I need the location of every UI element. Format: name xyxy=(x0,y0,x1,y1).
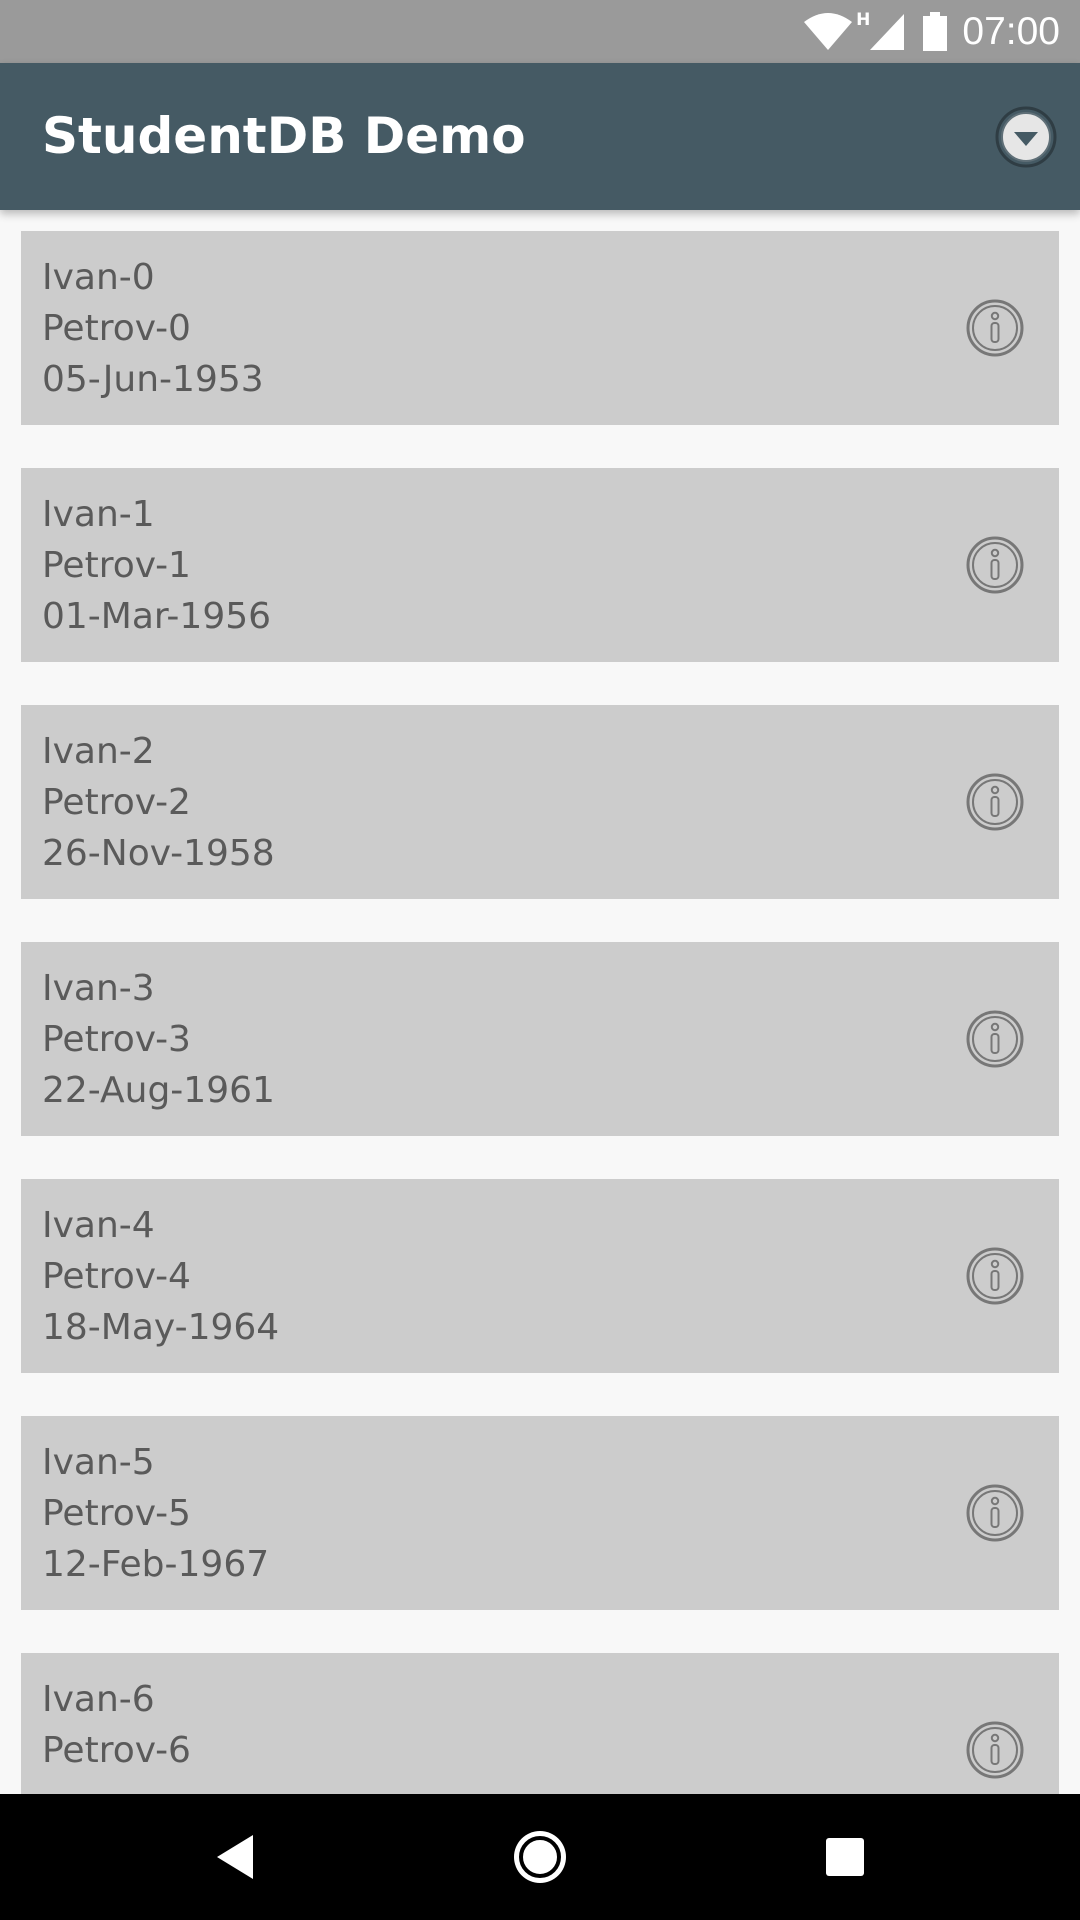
student-first-name: Ivan-6 xyxy=(42,1679,155,1720)
info-button[interactable] xyxy=(965,1246,1025,1306)
student-first-name: Ivan-4 xyxy=(42,1205,155,1246)
battery-icon xyxy=(923,11,948,51)
signal-icon xyxy=(870,13,905,50)
wifi-icon xyxy=(804,12,853,50)
info-icon xyxy=(966,536,1024,594)
info-icon xyxy=(966,1721,1024,1779)
student-birth-date: 18-May-1964 xyxy=(42,1307,280,1348)
student-last-name: Petrov-0 xyxy=(42,308,191,349)
info-icon xyxy=(966,1010,1024,1068)
student-card[interactable]: Ivan-0 Petrov-0 05-Jun-1953 xyxy=(21,231,1059,425)
navigation-bar xyxy=(0,1794,1080,1920)
student-last-name: Petrov-3 xyxy=(42,1019,191,1060)
student-birth-date: 22-Aug-1961 xyxy=(42,1070,275,1111)
recents-button[interactable] xyxy=(775,1794,915,1920)
status-icons: H 07:00 xyxy=(802,0,1060,63)
info-button[interactable] xyxy=(965,1720,1025,1780)
app-bar: StudentDB Demo xyxy=(0,63,1080,210)
info-button[interactable] xyxy=(965,298,1025,358)
student-last-name: Petrov-5 xyxy=(42,1493,191,1534)
student-birth-date: 05-Jun-1953 xyxy=(42,359,264,400)
student-card[interactable]: Ivan-5 Petrov-5 12-Feb-1967 xyxy=(21,1416,1059,1610)
student-first-name: Ivan-2 xyxy=(42,731,155,772)
student-card[interactable]: Ivan-4 Petrov-4 18-May-1964 xyxy=(21,1179,1059,1373)
student-birth-date: 12-Feb-1967 xyxy=(42,1544,270,1585)
student-first-name: Ivan-0 xyxy=(42,257,155,298)
dropdown-circle-icon xyxy=(995,106,1057,168)
student-first-name: Ivan-1 xyxy=(42,494,155,535)
info-icon xyxy=(966,773,1024,831)
student-last-name: Petrov-1 xyxy=(42,545,191,586)
student-card[interactable]: Ivan-1 Petrov-1 01-Mar-1956 xyxy=(21,468,1059,662)
info-button[interactable] xyxy=(965,1009,1025,1069)
home-circle-icon xyxy=(514,1831,566,1883)
student-birth-date: 26-Nov-1958 xyxy=(42,833,275,874)
info-icon xyxy=(966,1247,1024,1305)
back-button[interactable] xyxy=(165,1794,305,1920)
info-icon xyxy=(966,1484,1024,1542)
recents-square-icon xyxy=(826,1838,864,1876)
info-button[interactable] xyxy=(965,772,1025,832)
info-button[interactable] xyxy=(965,535,1025,595)
student-first-name: Ivan-5 xyxy=(42,1442,155,1483)
info-icon xyxy=(966,299,1024,357)
student-card[interactable]: Ivan-6 Petrov-6 xyxy=(21,1653,1059,1794)
overflow-menu-button[interactable] xyxy=(994,105,1058,169)
student-first-name: Ivan-3 xyxy=(42,968,155,1009)
student-last-name: Petrov-4 xyxy=(42,1256,191,1297)
back-triangle-icon xyxy=(217,1835,253,1879)
status-time: 07:00 xyxy=(962,9,1060,53)
student-birth-date: 01-Mar-1956 xyxy=(42,596,272,637)
status-bar: H 07:00 xyxy=(0,0,1080,63)
info-button[interactable] xyxy=(965,1483,1025,1543)
student-last-name: Petrov-6 xyxy=(42,1730,191,1771)
home-button[interactable] xyxy=(470,1794,610,1920)
student-card[interactable]: Ivan-3 Petrov-3 22-Aug-1961 xyxy=(21,942,1059,1136)
student-list[interactable]: Ivan-0 Petrov-0 05-Jun-1953 Ivan-1 Petro… xyxy=(0,210,1080,1794)
student-last-name: Petrov-2 xyxy=(42,782,191,823)
student-card[interactable]: Ivan-2 Petrov-2 26-Nov-1958 xyxy=(21,705,1059,899)
app-title: StudentDB Demo xyxy=(42,107,526,165)
